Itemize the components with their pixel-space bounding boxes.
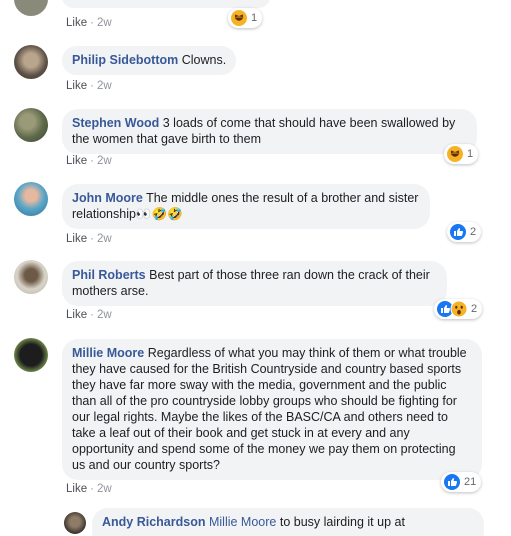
comment-meta: Like · 2w: [66, 309, 112, 321]
comment-author[interactable]: Philip Sidebottom: [72, 53, 178, 67]
reply-comment: Andy Richardson Millie Moore to busy lai…: [64, 508, 511, 536]
comment-author[interactable]: John Moore: [72, 191, 143, 205]
like-link[interactable]: Like: [66, 483, 87, 495]
avatar[interactable]: [14, 182, 48, 216]
comment-meta: Like · 2w: [66, 17, 112, 29]
comment-text: Clowns.: [181, 53, 227, 67]
comment-1: Philip Sidebottom Clowns. Like · 2w: [14, 44, 511, 96]
haha-icon: [447, 146, 463, 162]
mention-link[interactable]: Millie Moore: [209, 515, 276, 529]
reaction-count: 1: [251, 12, 258, 24]
reaction-summary[interactable]: 1: [228, 8, 263, 28]
timestamp[interactable]: 2w: [97, 483, 112, 495]
comment-bubble: [62, 0, 270, 8]
haha-icon: [231, 10, 247, 26]
avatar[interactable]: [14, 108, 48, 142]
timestamp[interactable]: 2w: [97, 233, 112, 245]
reaction-summary[interactable]: 2: [434, 299, 483, 319]
avatar[interactable]: [64, 512, 86, 534]
reaction-summary[interactable]: 21: [441, 472, 482, 492]
comment-meta: Like · 2w: [66, 155, 112, 167]
comment-bubble: Stephen Wood 3 loads of come that should…: [62, 109, 477, 154]
timestamp[interactable]: 2w: [97, 80, 112, 92]
comment-author[interactable]: Andy Richardson: [102, 515, 206, 529]
like-link[interactable]: Like: [66, 233, 87, 245]
avatar[interactable]: [14, 260, 48, 294]
comment-4: Phil Roberts Best part of those three ra…: [14, 258, 511, 328]
reaction-count: 2: [470, 226, 477, 238]
comment-meta: Like · 2w: [66, 483, 112, 495]
like-icon: [444, 474, 460, 490]
timestamp[interactable]: 2w: [97, 309, 112, 321]
comment-author[interactable]: Stephen Wood: [72, 116, 159, 130]
wow-icon: [450, 300, 468, 318]
avatar[interactable]: [14, 338, 48, 372]
like-link[interactable]: Like: [66, 17, 87, 29]
comment-author[interactable]: Phil Roberts: [72, 268, 146, 282]
reaction-summary[interactable]: 1: [444, 144, 479, 164]
avatar[interactable]: [14, 0, 48, 16]
reaction-count: 21: [464, 476, 477, 488]
like-icon: [450, 224, 466, 240]
comment-text: to busy lairding it up at: [279, 515, 405, 529]
like-link[interactable]: Like: [66, 80, 87, 92]
like-link[interactable]: Like: [66, 155, 87, 167]
comment-5: Millie Moore Regardless of what you may …: [14, 336, 511, 502]
reaction-count: 1: [467, 148, 474, 160]
like-link[interactable]: Like: [66, 309, 87, 321]
reaction-summary[interactable]: 2: [447, 222, 482, 242]
comment-bubble: Phil Roberts Best part of those three ra…: [62, 261, 447, 306]
comment-0: 1 Like · 2w: [14, 0, 511, 30]
comment-meta: Like · 2w: [66, 233, 112, 245]
comment-bubble: Millie Moore Regardless of what you may …: [62, 339, 482, 480]
comment-author[interactable]: Millie Moore: [72, 346, 144, 360]
timestamp[interactable]: 2w: [97, 17, 112, 29]
comment-meta: Like · 2w: [66, 80, 112, 92]
comment-bubble: Andy Richardson Millie Moore to busy lai…: [92, 508, 484, 536]
reaction-count: 2: [471, 303, 478, 315]
comment-3: John Moore The middle ones the result of…: [14, 182, 511, 250]
comment-bubble: Philip Sidebottom Clowns.: [62, 46, 237, 75]
comment-2: Stephen Wood 3 loads of come that should…: [14, 106, 511, 172]
timestamp[interactable]: 2w: [97, 155, 112, 167]
comment-bubble: John Moore The middle ones the result of…: [62, 184, 430, 229]
avatar[interactable]: [14, 45, 48, 79]
comment-text: Regardless of what you may think of them…: [72, 346, 467, 472]
